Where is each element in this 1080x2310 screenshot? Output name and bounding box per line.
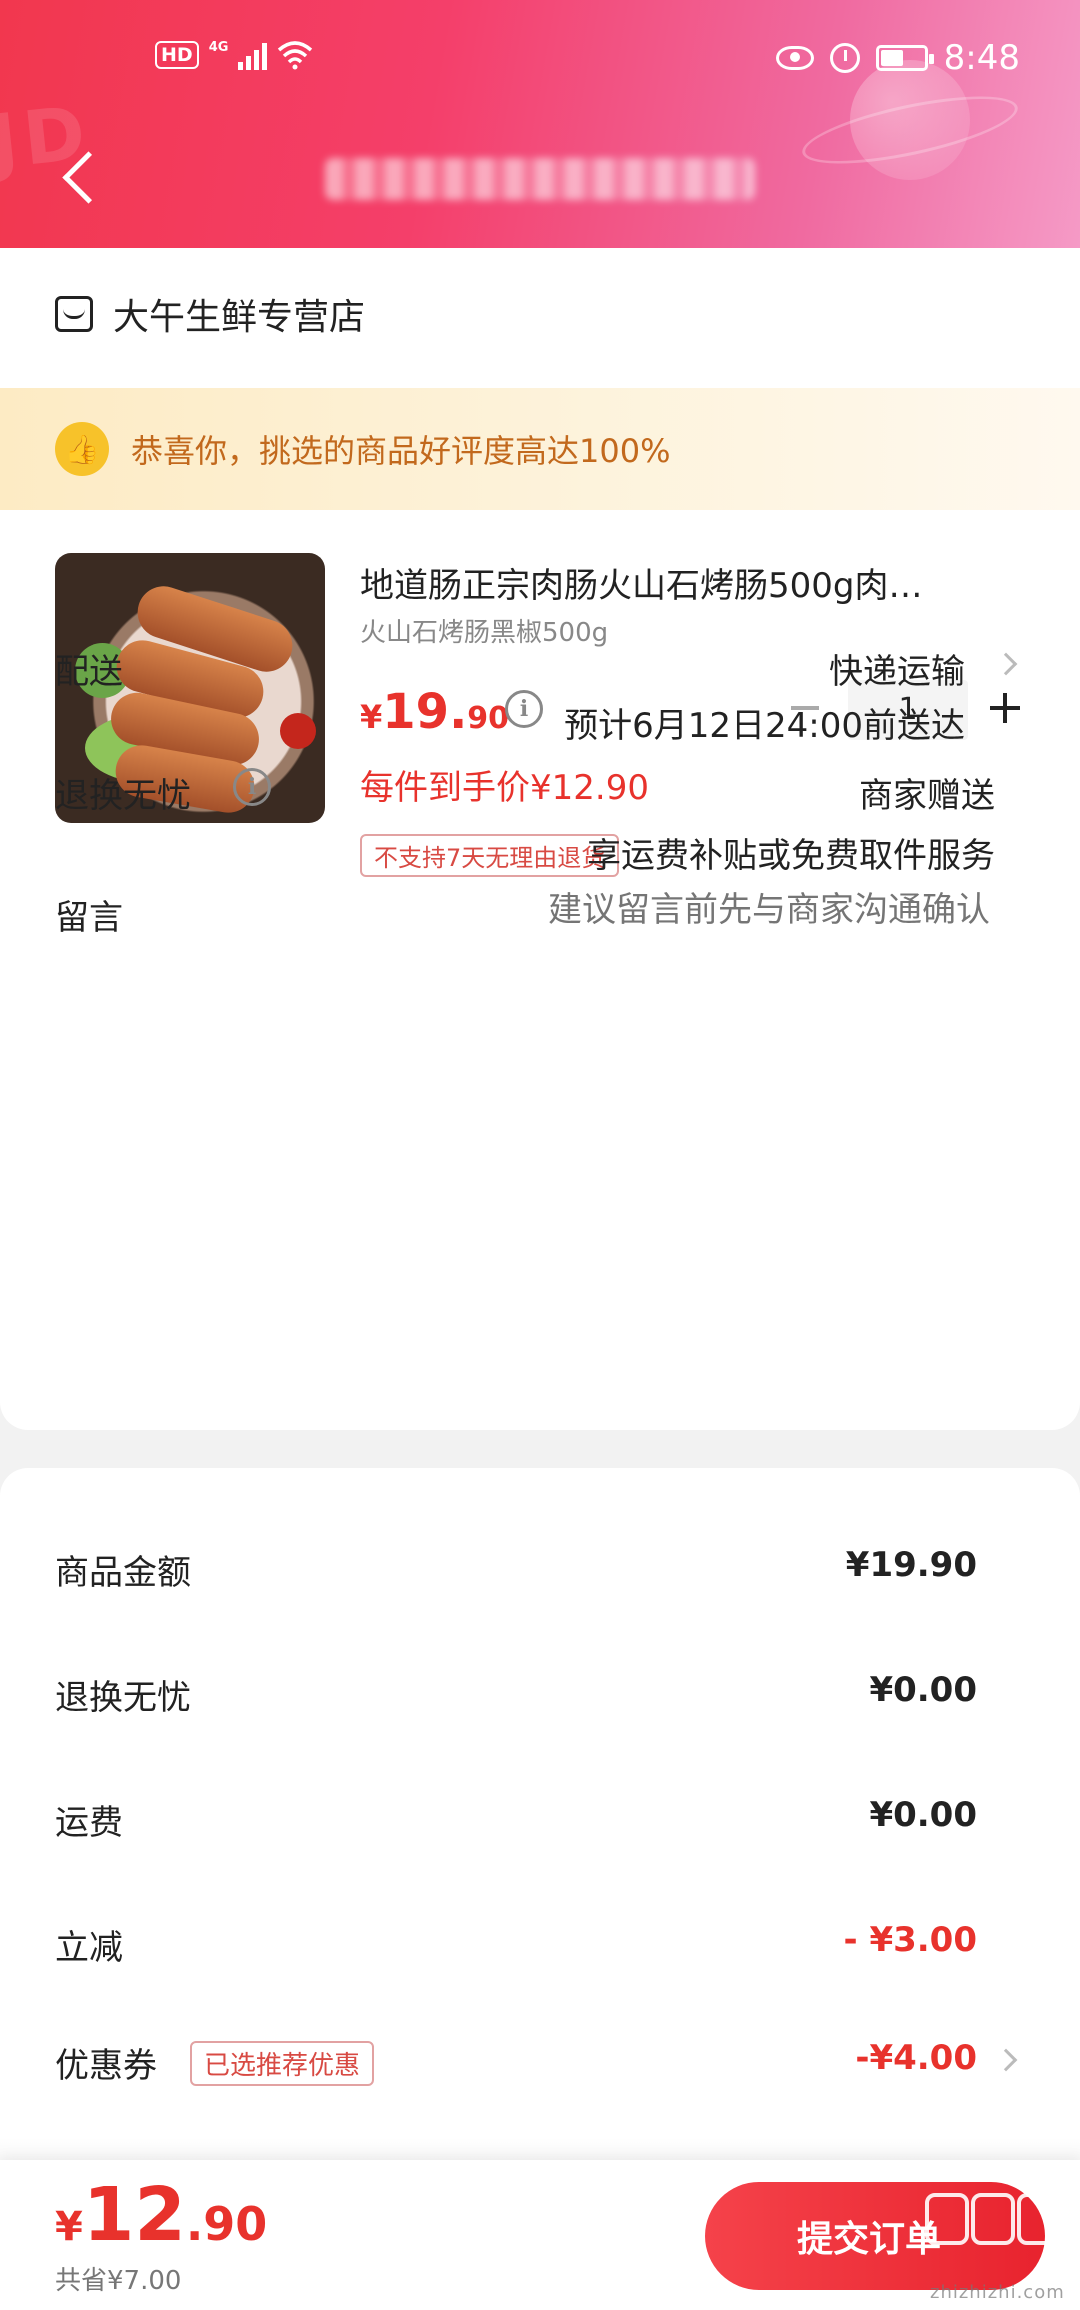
product-title[interactable]: 地道肠正宗肉肠火山石烤肠500g肉… xyxy=(360,558,1020,607)
network-type: 4G xyxy=(208,40,229,55)
coupon-label: 优惠券 xyxy=(55,2046,157,2086)
rating-banner: 👍 恭喜你，挑选的商品好评度高达100% xyxy=(0,388,1080,510)
total-decimal: .90 xyxy=(185,2197,268,2251)
page-title-blurred xyxy=(325,158,755,200)
chevron-right-icon[interactable] xyxy=(994,652,1018,676)
status-time: 8:48 xyxy=(943,38,1020,78)
thumbs-up-icon: 👍 xyxy=(55,422,109,476)
message-label: 留言 xyxy=(55,898,123,938)
discount-value: - ¥3.00 xyxy=(843,1920,978,1960)
order-card: 大午生鲜专营店 👍 恭喜你，挑选的商品好评度高达100% 地道肠正宗肉肠火山石烤… xyxy=(0,248,1080,1430)
delivery-label: 配送 xyxy=(55,652,123,692)
shipping-fee-label: 运费 xyxy=(55,1803,123,1843)
total-saved: 共省¥7.00 xyxy=(55,2266,182,2296)
shipping-fee-value: ¥0.00 xyxy=(869,1795,977,1835)
alarm-icon xyxy=(829,43,860,73)
watermark-logo xyxy=(925,2175,1065,2265)
price-currency: ¥ xyxy=(360,698,383,736)
plus-icon[interactable] xyxy=(985,688,1025,728)
return-service-desc: 享运费补贴或免费取件服务 xyxy=(587,836,995,876)
return-fee-label: 退换无忧 xyxy=(55,1678,191,1718)
price-integer: 19. xyxy=(382,684,468,740)
back-icon[interactable] xyxy=(58,145,98,205)
signal-icon xyxy=(238,40,268,70)
hd-badge: HD xyxy=(155,41,199,69)
total-price: ¥12.90 xyxy=(55,2172,267,2258)
status-bar: HD 4G 8:48 xyxy=(0,30,1080,90)
return-fee-value: ¥0.00 xyxy=(869,1670,977,1710)
status-left: HD 4G xyxy=(155,40,313,70)
shop-name: 大午生鲜专营店 xyxy=(113,297,366,338)
no-return-tag: 不支持7天无理由退货 xyxy=(360,834,620,877)
goods-amount-label: 商品金额 xyxy=(55,1553,191,1593)
coupon-value[interactable]: -¥4.00 xyxy=(855,2038,977,2078)
eye-icon xyxy=(775,46,814,70)
goods-amount-value: ¥19.90 xyxy=(845,1545,977,1585)
status-right: 8:48 xyxy=(775,38,1020,78)
shop-row[interactable]: 大午生鲜专营店 xyxy=(55,288,365,340)
return-service-value: 商家赠送 xyxy=(859,776,995,816)
total-currency: ¥ xyxy=(55,2204,83,2250)
delivery-method[interactable]: 快递运输 xyxy=(829,644,965,693)
final-unit-price: 每件到手价¥12.90 xyxy=(360,768,649,808)
return-service-label: 退换无忧 xyxy=(55,776,191,816)
info-icon[interactable]: i xyxy=(233,768,271,806)
product-spec[interactable]: 火山石烤肠黑椒500g xyxy=(360,612,608,649)
header: JD HD 4G 8:48 xyxy=(0,0,1080,250)
info-icon[interactable]: i xyxy=(505,690,543,728)
watermark-text: zhizhizhi.com xyxy=(930,2282,1065,2303)
store-icon xyxy=(55,296,93,332)
checkout-bar: ¥12.90 共省¥7.00 提交订单 xyxy=(0,2160,1080,2310)
price-decimal: 90 xyxy=(467,701,510,736)
total-integer: 12 xyxy=(82,2172,186,2258)
wifi-icon xyxy=(278,41,313,70)
tomato-decoration xyxy=(280,713,316,749)
discount-label: 立减 xyxy=(55,1928,123,1968)
rating-banner-text: 恭喜你，挑选的商品好评度高达100% xyxy=(131,432,671,470)
chevron-right-icon[interactable] xyxy=(994,2048,1018,2072)
delivery-eta: 预计6月12日24:00前送达 xyxy=(564,706,965,746)
battery-icon xyxy=(875,45,934,71)
message-input[interactable] xyxy=(470,890,990,930)
product-price: ¥19.90 xyxy=(360,684,509,740)
coupon-tag[interactable]: 已选推荐优惠 xyxy=(190,2041,375,2086)
